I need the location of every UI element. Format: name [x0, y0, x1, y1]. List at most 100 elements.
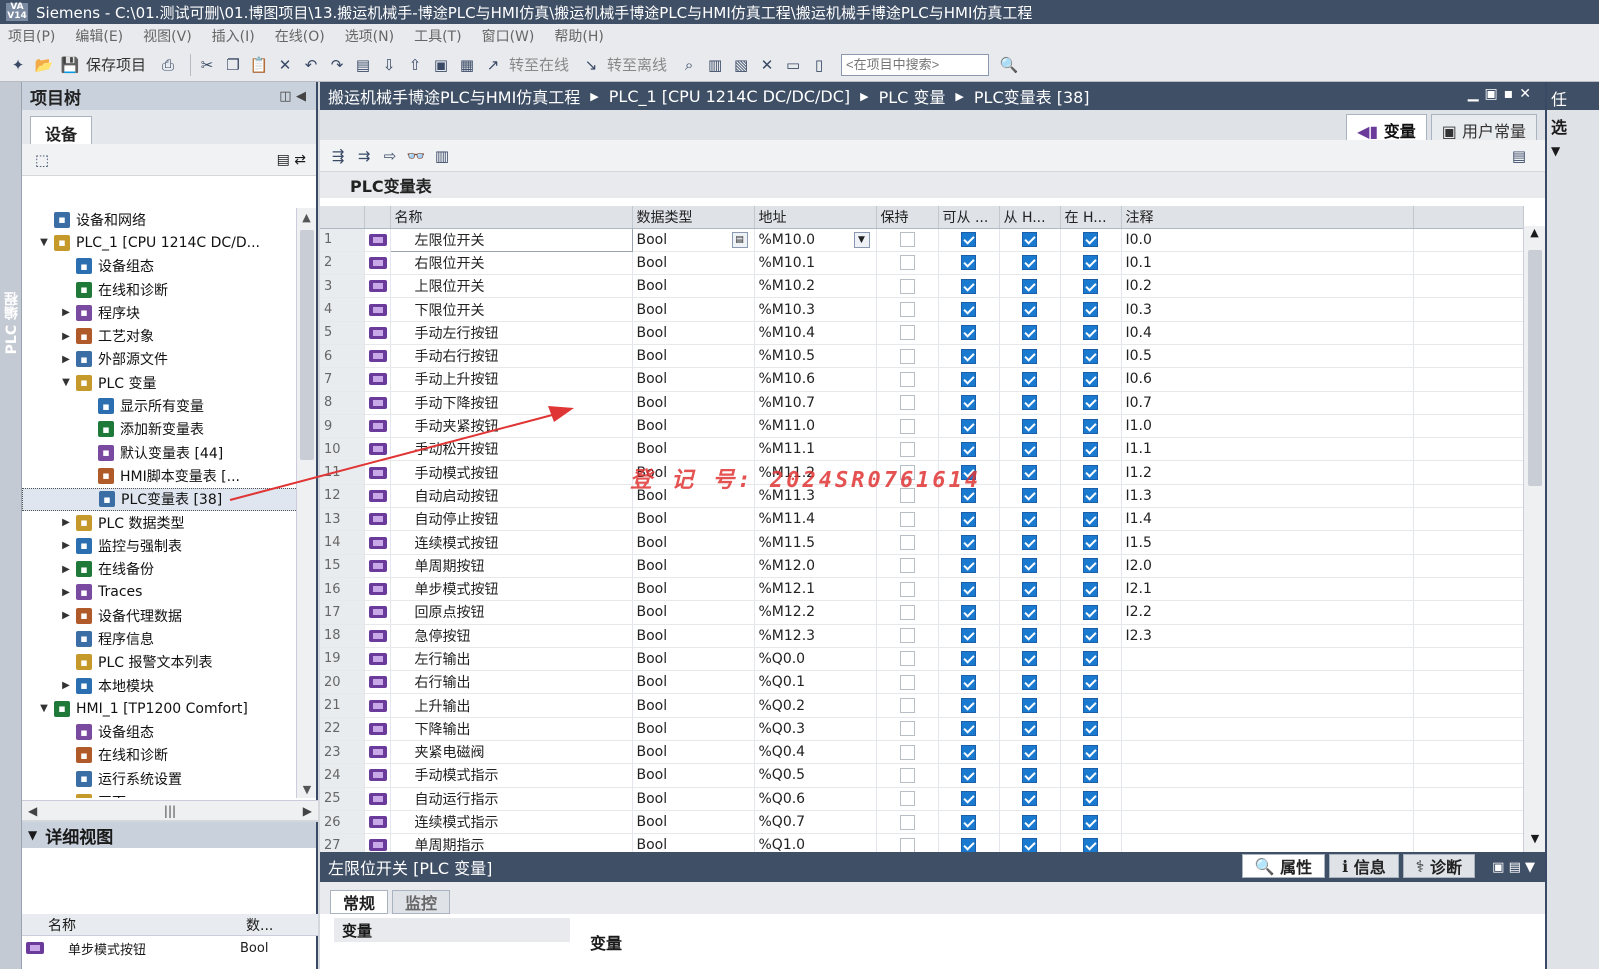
tab-monitor[interactable]: 监控 — [392, 890, 451, 914]
visible-cell[interactable] — [1060, 740, 1122, 765]
address-cell[interactable]: %M10.4 — [754, 321, 877, 345]
expand-arrow-icon[interactable]: ▶ — [60, 540, 72, 551]
tag-name-cell[interactable]: 手动上升按钮 — [390, 367, 633, 392]
menu-item[interactable]: 编辑(E) — [75, 26, 123, 46]
col-retain[interactable]: 保持 — [876, 206, 939, 229]
datatype-cell[interactable]: Bool — [632, 624, 755, 648]
checkbox[interactable] — [961, 232, 976, 248]
expand-arrow-icon[interactable]: ▼ — [38, 703, 50, 714]
tree-horizontal-scrollbar[interactable]: ◀ ||| ▶ — [22, 800, 318, 820]
checkbox[interactable] — [961, 371, 976, 387]
writable-cell[interactable] — [999, 554, 1061, 578]
table-row[interactable]: 25 自动运行指示 Bool %Q0.6 — [320, 787, 1524, 811]
table-row[interactable]: 17 回原点按钮 Bool %M12.2 I2.2 — [320, 600, 1524, 625]
panel-controls-icon[interactable]: ▣ ▤ ▼ — [1492, 860, 1535, 875]
new-project-icon[interactable]: ✦ — [8, 55, 28, 75]
checkbox[interactable] — [1022, 395, 1037, 411]
breadcrumb-item[interactable]: PLC 变量 — [879, 84, 946, 108]
checkbox[interactable] — [961, 348, 976, 364]
checkbox[interactable] — [1083, 465, 1098, 481]
simulation-icon[interactable]: ▣ — [431, 55, 451, 75]
checkbox[interactable] — [1022, 232, 1037, 248]
visible-cell[interactable] — [1060, 228, 1122, 252]
copy-icon[interactable]: ❐ — [223, 55, 243, 75]
checkbox[interactable] — [899, 791, 915, 807]
insert-row-icon[interactable]: ⇶ — [328, 146, 348, 166]
visible-cell[interactable] — [1060, 391, 1122, 415]
checkbox[interactable] — [1083, 535, 1098, 550]
tab-general[interactable]: 常规 — [330, 890, 389, 914]
visible-cell[interactable] — [1060, 367, 1122, 392]
expand-arrow-icon[interactable]: ▶ — [60, 680, 72, 691]
datatype-picker-icon[interactable]: ▤ — [731, 231, 748, 248]
tree-item[interactable]: ▶ ▪ 设备代理数据 — [22, 604, 298, 627]
expand-arrow-icon[interactable]: ▶ — [60, 610, 72, 621]
visible-cell[interactable] — [1060, 507, 1122, 532]
checkbox[interactable] — [1022, 744, 1037, 760]
accessible-cell[interactable] — [938, 251, 1000, 276]
writable-cell[interactable] — [999, 693, 1061, 718]
checkbox[interactable] — [1083, 302, 1098, 318]
checkbox[interactable] — [961, 511, 976, 527]
retain-cell[interactable] — [876, 763, 939, 788]
detail-row[interactable]: 单步模式按钮 Bool — [22, 938, 318, 958]
comment-cell[interactable]: I0.0 — [1121, 228, 1414, 252]
writable-cell[interactable] — [999, 251, 1061, 276]
checkbox[interactable] — [961, 535, 976, 550]
accessible-cell[interactable] — [938, 693, 1000, 718]
table-row[interactable]: 23 夹紧电磁阀 Bool %Q0.4 — [320, 740, 1524, 765]
checkbox[interactable] — [961, 767, 976, 783]
expand-arrow-icon[interactable]: ▼ — [60, 797, 72, 798]
collapse-panel-icon[interactable]: ◫ ◀ — [279, 89, 306, 104]
tag-name-cell[interactable]: 自动停止按钮 — [390, 507, 633, 532]
address-cell[interactable]: %M11.1 — [754, 437, 877, 462]
comment-cell[interactable]: I1.3 — [1121, 484, 1414, 509]
writable-cell[interactable] — [999, 274, 1061, 299]
tree-item[interactable]: ▶ ▪ 程序块 — [22, 301, 298, 324]
tag-name-cell[interactable]: 急停按钮 — [390, 624, 633, 648]
visible-cell[interactable] — [1060, 437, 1122, 462]
col-accessible[interactable]: 可从 ... — [938, 206, 1000, 229]
checkbox[interactable] — [961, 441, 976, 457]
expand-arrow-icon[interactable]: ▼ — [60, 377, 72, 388]
tree-item[interactable]: ▼ ▪ 画面 — [22, 790, 298, 798]
address-cell[interactable]: %M11.5 — [754, 530, 877, 555]
table-row[interactable]: 8 手动下降按钮 Bool %M10.7 I0.7 — [320, 391, 1524, 415]
tree-item[interactable]: ▪ 在线和诊断 — [22, 278, 298, 301]
retain-cell[interactable] — [876, 437, 939, 462]
accessible-cell[interactable] — [938, 507, 1000, 532]
cut-icon[interactable]: ✂ — [197, 55, 217, 75]
retain-cell[interactable] — [876, 530, 939, 555]
checkbox[interactable] — [899, 721, 915, 737]
checkbox[interactable] — [1083, 441, 1098, 457]
tab-properties[interactable]: 🔍 属性 — [1241, 854, 1326, 878]
table-row[interactable]: 24 手动模式指示 Bool %Q0.5 — [320, 763, 1524, 788]
table-row[interactable]: 10 手动松开按钮 Bool %M11.1 I1.1 — [320, 437, 1524, 462]
menu-item[interactable]: 项目(P) — [8, 26, 55, 46]
tag-name-cell[interactable]: 自动启动按钮 — [390, 484, 633, 509]
table-settings-icon[interactable]: ▤ — [1509, 146, 1529, 166]
checkbox[interactable] — [961, 255, 976, 271]
checkbox[interactable] — [1022, 791, 1037, 807]
expand-arrow-icon[interactable]: ▶ — [60, 307, 72, 318]
datatype-cell[interactable]: Bool — [632, 670, 755, 695]
task-card-tab[interactable]: 选 — [1547, 110, 1599, 140]
checkbox[interactable] — [1022, 488, 1037, 504]
tab-info[interactable]: ℹ 信息 — [1329, 854, 1399, 878]
visible-cell[interactable] — [1060, 717, 1122, 742]
address-cell[interactable]: %M12.1 — [754, 577, 877, 602]
comment-cell[interactable] — [1121, 670, 1414, 695]
comment-cell[interactable]: I2.3 — [1121, 624, 1414, 648]
checkbox[interactable] — [899, 278, 915, 294]
tree-item[interactable]: ▪ 设备和网络 — [22, 208, 298, 231]
retain-cell[interactable] — [876, 414, 939, 439]
expand-arrow-icon[interactable]: ▶ — [60, 354, 72, 365]
checkbox[interactable] — [899, 604, 915, 620]
accessible-cell[interactable] — [938, 321, 1000, 345]
checkbox[interactable] — [1083, 488, 1098, 504]
address-cell[interactable]: %M10.1 — [754, 251, 877, 276]
writable-cell[interactable] — [999, 787, 1061, 811]
checkbox[interactable] — [1022, 418, 1037, 434]
writable-cell[interactable] — [999, 763, 1061, 788]
accessible-cell[interactable] — [938, 670, 1000, 695]
